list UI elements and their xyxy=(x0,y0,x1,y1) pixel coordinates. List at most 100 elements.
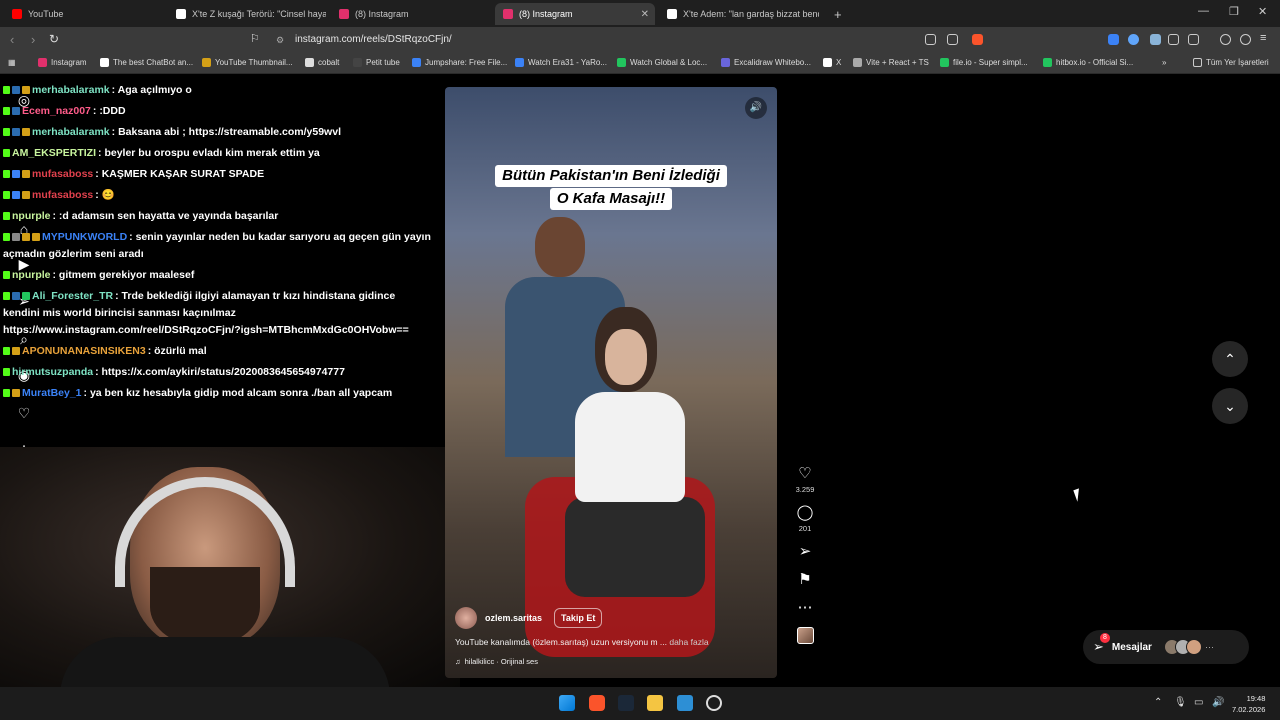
messages-button[interactable]: ➢ 8 Mesajlar ⋯ xyxy=(1083,630,1249,664)
extension-icon[interactable] xyxy=(1150,34,1161,45)
share-button[interactable]: ➢ xyxy=(790,543,820,561)
avatar xyxy=(1185,639,1202,655)
vpn-icon[interactable] xyxy=(1240,34,1251,45)
bookmark-item[interactable]: X xyxy=(823,58,841,67)
kick-badge-icon xyxy=(3,271,10,280)
author-avatar[interactable] xyxy=(455,607,477,629)
caption-line-2: O Kafa Masajı!! xyxy=(549,188,673,210)
bookmark-label: file.io - Super simpl... xyxy=(953,58,1028,67)
bookmark-item[interactable]: YouTube Thumbnail... xyxy=(202,58,293,67)
all-bookmarks-link[interactable]: Tüm Yer İşaretleri xyxy=(1193,58,1269,67)
chat-badge-icon xyxy=(12,191,20,200)
next-reel-button[interactable]: ⌄ xyxy=(1212,388,1248,424)
bookmark-label: The best ChatBot an... xyxy=(113,58,194,67)
video-caption: Bütün Pakistan'ın Beni İzlediği O Kafa M… xyxy=(475,165,747,211)
new-tab-button[interactable]: + xyxy=(826,3,850,25)
brave-shield-icon[interactable] xyxy=(972,34,983,45)
cast-icon[interactable] xyxy=(925,34,936,45)
author-name[interactable]: ozlem.saritas xyxy=(485,613,542,623)
bookmark-page-icon[interactable]: ⚐ xyxy=(250,32,260,45)
microphone-icon[interactable]: 🎙 xyxy=(1174,697,1187,708)
maximize-icon[interactable]: ❐ xyxy=(1229,5,1239,18)
minimize-icon[interactable]: — xyxy=(1198,5,1209,17)
bookmark-item[interactable]: Instagram xyxy=(38,58,87,67)
menu-icon[interactable]: ≡ xyxy=(1260,32,1266,44)
speaker-icon[interactable]: 🔊 xyxy=(1212,697,1224,708)
close-tab-icon[interactable]: ✕ xyxy=(641,9,649,20)
bookmark-item[interactable]: Excalidraw Whitebo... xyxy=(721,58,811,67)
network-icon[interactable]: ▭ xyxy=(1194,697,1203,708)
browser-tab[interactable]: (8) Instagram ✕ xyxy=(495,3,655,25)
browser-tab[interactable]: X'te Adem: "lan gardaş bizzat bende xyxy=(659,3,819,25)
notifications-heart-icon[interactable]: ♡ xyxy=(16,405,32,421)
windows-start-icon[interactable] xyxy=(559,695,575,711)
save-button[interactable]: ⚑ xyxy=(790,571,820,589)
bookmark-favicon-icon xyxy=(853,58,862,67)
chat-username: merhabalaramk xyxy=(32,126,110,138)
more-options-button[interactable]: ⋯ xyxy=(790,599,820,617)
headphones xyxy=(115,477,295,587)
show-hidden-icons[interactable]: ⌃ xyxy=(1154,697,1162,708)
chat-text: :d adamsın sen hayatta ve yayında başarı… xyxy=(58,210,279,222)
chat-username: APONUNANASINSIKEN3 xyxy=(22,345,146,357)
bookmark-item[interactable]: The best ChatBot an... xyxy=(100,58,193,67)
comment-icon: ◯ xyxy=(796,504,814,521)
bookmark-item[interactable]: Watch Global & Loc... xyxy=(617,58,707,67)
follow-button[interactable]: Takip Et xyxy=(554,608,603,628)
bookmark-item[interactable]: Vite + React + TS xyxy=(853,58,929,67)
bookmark-item[interactable]: cobalt xyxy=(305,58,339,67)
chat-badge-icon xyxy=(12,233,20,242)
browser-tab[interactable]: YouTube xyxy=(4,3,164,25)
file-explorer-icon[interactable] xyxy=(647,695,663,711)
bookmark-item[interactable]: hitbox.io - Official Si... xyxy=(1043,58,1133,67)
site-info-icon[interactable]: ⚙ xyxy=(276,35,284,46)
bookmark-favicon-icon xyxy=(1043,58,1052,67)
brave-browser-icon[interactable] xyxy=(589,695,605,711)
bookmark-item[interactable]: Jumpshare: Free File... xyxy=(412,58,507,67)
share-icon[interactable] xyxy=(947,34,958,45)
chat-message: merhabalaramk: Baksana abi ; https://str… xyxy=(3,124,433,141)
kick-badge-icon xyxy=(3,86,10,95)
extensions-puzzle-icon[interactable] xyxy=(1168,34,1179,45)
volume-icon[interactable]: 🔊 xyxy=(745,97,767,119)
chat-username: Ali_Forester_TR xyxy=(32,290,114,302)
audio-thumbnail[interactable] xyxy=(790,627,820,644)
more-link[interactable]: daha fazla xyxy=(669,637,708,647)
browser-tab[interactable]: (8) Instagram xyxy=(331,3,491,25)
bookmark-favicon-icon xyxy=(353,58,362,67)
chat-message: APONUNANASINSIKEN3: özürlü mal xyxy=(3,343,433,360)
steam-icon[interactable] xyxy=(618,695,634,711)
sidebar-toggle-icon[interactable] xyxy=(1188,34,1199,45)
obs-icon[interactable] xyxy=(706,695,722,711)
chat-username: merhabalaramk xyxy=(32,84,110,96)
forward-icon[interactable]: › xyxy=(31,32,35,47)
browser-tab[interactable]: X'te Z kuşağı Terörü: "Cinsel hayatı ca xyxy=(168,3,326,25)
app-icon[interactable] xyxy=(677,695,693,711)
reel-video[interactable]: Bütün Pakistan'ın Beni İzlediği O Kafa M… xyxy=(445,87,777,678)
bookmark-item[interactable]: Petit tube xyxy=(353,58,400,67)
url-field[interactable]: instagram.com/reels/DStRqzoCFjn/ xyxy=(295,34,452,45)
extension-icon[interactable] xyxy=(1108,34,1119,45)
bookmark-item[interactable]: file.io - Super simpl... xyxy=(940,58,1028,67)
audio-info[interactable]: ♫ hilalkilicc · Orijinal ses xyxy=(455,657,765,666)
chat-text: Baksana abi ; https://streamable.com/y59… xyxy=(118,126,341,138)
heart-icon: ♡ xyxy=(798,465,812,482)
chat-username: mufasaboss xyxy=(32,168,94,180)
music-icon[interactable] xyxy=(1220,34,1231,45)
like-count: 3.259 xyxy=(795,485,815,494)
comment-button[interactable]: ◯ 201 xyxy=(790,504,820,533)
apps-grid-icon[interactable]: ▦ xyxy=(8,58,16,67)
bookmarks-more-icon[interactable]: » xyxy=(1162,58,1166,67)
reload-icon[interactable]: ↻ xyxy=(49,32,59,46)
audio-thumb-image xyxy=(796,627,814,644)
extension-icon[interactable] xyxy=(1128,34,1139,45)
close-window-icon[interactable]: ✕ xyxy=(1258,5,1267,18)
system-clock[interactable]: 19:48 7.02.2026 xyxy=(1232,693,1265,715)
like-button[interactable]: ♡ 3.259 xyxy=(790,465,820,494)
back-icon[interactable]: ‹ xyxy=(10,32,14,47)
chat-username: MuratBey_1 xyxy=(22,387,82,399)
bookmark-label: cobalt xyxy=(318,58,340,67)
previous-reel-button[interactable]: ⌃ xyxy=(1212,341,1248,377)
bookmark-item[interactable]: Watch Era31 - YaRo... xyxy=(515,58,607,67)
tab-title: X'te Adem: "lan gardaş bizzat bende xyxy=(683,9,819,19)
